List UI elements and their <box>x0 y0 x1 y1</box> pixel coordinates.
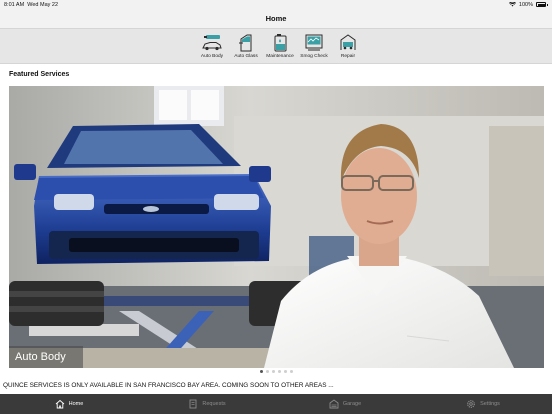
service-area-notice: QUINCE SERVICES IS ONLY AVAILABLE IN SAN… <box>3 382 334 389</box>
tab-label: Settings <box>480 401 500 407</box>
battery-tip <box>547 3 548 6</box>
settings-icon <box>467 400 475 408</box>
tab-label: Garage <box>342 401 362 407</box>
service-repair-button[interactable]: Repair <box>333 33 363 59</box>
service-auto-body-button[interactable]: Auto Body <box>197 33 227 59</box>
page-dot[interactable] <box>289 370 293 373</box>
navigation-bar: Home <box>0 10 552 28</box>
status-time: 8:01 AM <box>4 2 25 8</box>
tab-bar: Home Requests Garage Settings <box>0 394 552 414</box>
page-dot[interactable] <box>271 370 275 373</box>
status-bar: 8:01 AM Wed May 22 100% <box>0 0 552 10</box>
service-maintenance-button[interactable]: Maintenance <box>265 33 295 59</box>
requests-icon <box>189 399 197 409</box>
service-smog-check-button[interactable]: Smog Check <box>299 33 329 59</box>
tab-garage[interactable]: Garage <box>276 394 414 414</box>
maintenance-icon <box>274 34 287 52</box>
repair-icon <box>340 34 356 50</box>
slide-caption: Auto Body <box>9 346 83 368</box>
page-title: Home <box>265 14 287 23</box>
auto-body-icon <box>202 35 222 51</box>
featured-slide-image <box>9 86 544 368</box>
home-icon <box>55 399 64 409</box>
status-time-date: 8:01 AM Wed May 22 <box>4 2 58 8</box>
status-date: Wed May 22 <box>27 2 59 8</box>
service-list: Auto Body Auto Glass Maintenance Smog Ch… <box>197 33 363 59</box>
status-right: 100% <box>508 1 548 8</box>
tab-settings[interactable]: Settings <box>414 394 552 414</box>
service-bar: Auto Body Auto Glass Maintenance Smog Ch… <box>0 28 552 64</box>
service-label: Repair <box>340 54 356 59</box>
page-dot-active[interactable] <box>259 370 263 373</box>
wifi-icon <box>508 2 516 7</box>
page-dot[interactable] <box>277 370 281 373</box>
carousel-pager[interactable] <box>0 370 552 373</box>
tab-home[interactable]: Home <box>0 394 138 414</box>
battery-icon <box>536 2 546 7</box>
service-label: Smog Check <box>300 54 328 59</box>
service-label: Auto Glass <box>234 54 258 59</box>
tab-requests[interactable]: Requests <box>138 394 276 414</box>
featured-services-heading: Featured Services <box>9 71 70 78</box>
tab-label: Requests <box>202 401 226 407</box>
smog-check-icon <box>305 34 323 51</box>
service-auto-glass-button[interactable]: Auto Glass <box>231 33 261 59</box>
service-label: Auto Body <box>200 54 224 59</box>
tab-label: Home <box>68 401 84 407</box>
service-label: Maintenance <box>266 54 294 59</box>
page-dot[interactable] <box>265 370 269 373</box>
page-dot[interactable] <box>283 370 287 373</box>
featured-carousel[interactable]: Auto Body <box>9 86 544 368</box>
auto-glass-icon <box>239 34 252 52</box>
battery-percent: 100% <box>518 1 533 8</box>
garage-icon <box>329 399 339 409</box>
